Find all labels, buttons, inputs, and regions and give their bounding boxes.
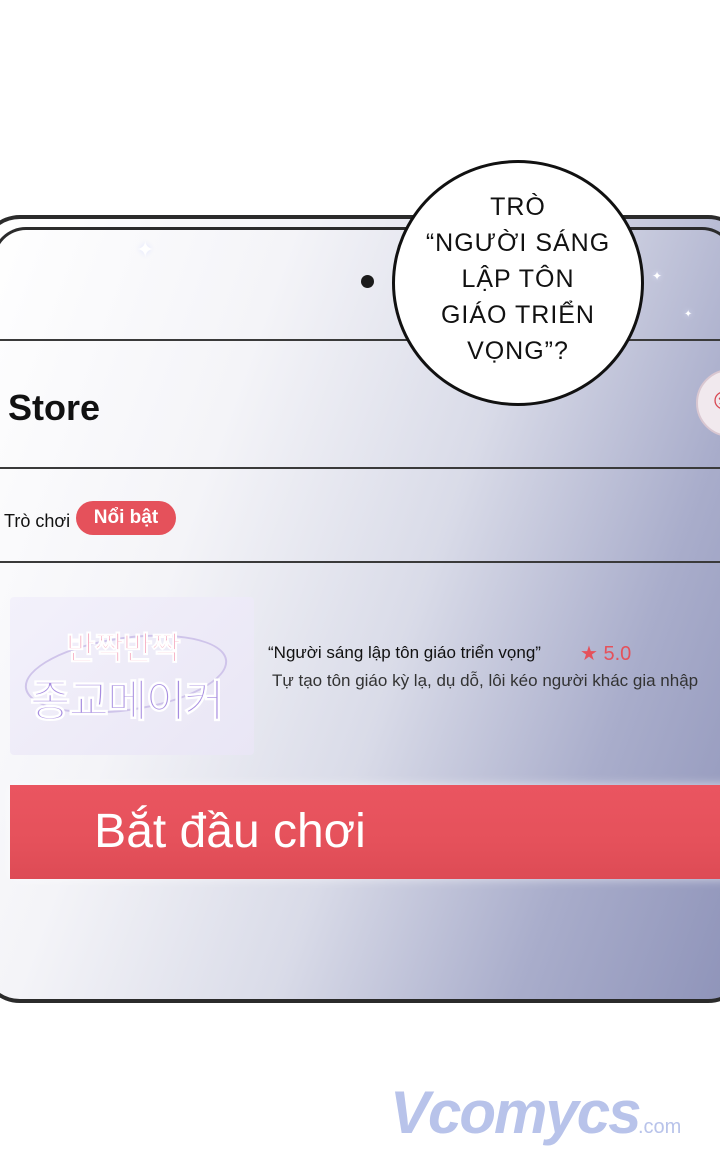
tab-featured[interactable]: Nổi bật [76,501,176,535]
watermark-domain: .com [638,1116,682,1138]
game-description: Tự tạo tôn giáo kỳ lạ, dụ dỗ, lôi kéo ng… [272,671,699,690]
sparkle-icon: ✦ [684,309,693,320]
game-thumbnail[interactable]: 반짝반짝 종교메이커 [10,597,254,755]
tab-games[interactable]: Trò chơi [4,511,70,532]
camera-dot [361,275,374,288]
sparkle-icon: ✦ [136,237,155,262]
game-title: “Người sáng lập tôn giáo triển vọng” [268,643,541,662]
avatar-icon: ☺ [708,383,720,417]
divider [0,561,720,563]
speech-text: TRÒ “NGƯỜI SÁNG LẬP TÔN GIÁO TRIỂN VỌNG”… [425,193,611,365]
avatar[interactable]: ☺ [696,369,720,437]
watermark: Vcomycs .com [390,1078,700,1158]
thumbnail-logo-bottom: 종교메이커 [29,677,224,727]
sparkle-icon: ✦ [652,269,663,283]
thumbnail-logo-top: 반짝반짝 [66,630,182,667]
speech-bubble: TRÒ “NGƯỜI SÁNG LẬP TÔN GIÁO TRIỂN VỌNG”… [392,160,644,406]
start-playing-button[interactable]: Bắt đầu chơi [10,785,720,879]
game-rating: ★ 5.0 [580,643,632,665]
store-title: Store [8,387,101,428]
watermark-logo: Vcomycs [390,1079,641,1146]
start-playing-label: Bắt đầu chơi [94,805,366,858]
